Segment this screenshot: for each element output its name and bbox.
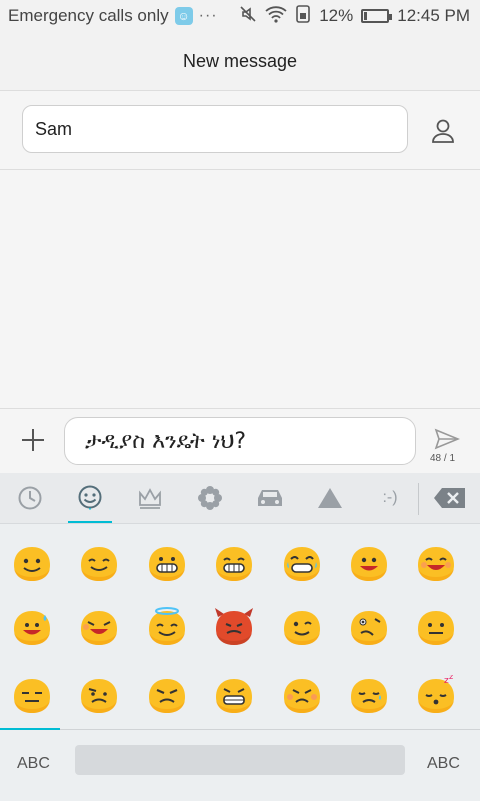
contacts-button[interactable] [428, 116, 458, 146]
plus-icon [22, 429, 44, 451]
expressionless-emoji[interactable] [10, 675, 54, 715]
send-button[interactable] [432, 427, 462, 451]
pouting-emoji[interactable] [280, 675, 324, 715]
category-emoticons[interactable]: :-) [360, 473, 420, 523]
emoticons-text: :-) [382, 489, 398, 506]
category-nature[interactable] [180, 473, 240, 523]
transport-icon [258, 490, 282, 506]
page-title: New message [182, 50, 298, 71]
objects-icon [139, 488, 161, 509]
abc-right-button[interactable]: ABC [427, 755, 460, 773]
status-bar: Emergency calls only ☺ ··· 12% 12:45 PM [0, 0, 480, 32]
space-bar[interactable] [75, 745, 405, 775]
message-list [0, 170, 480, 408]
keyboard-bottom-bar: ABC ABC [0, 728, 480, 801]
confused-emoji[interactable] [77, 675, 121, 715]
category-divider [418, 483, 419, 515]
recent-icon [18, 486, 42, 510]
send-icon [434, 428, 460, 450]
emoji-category-bar: :-) [0, 473, 480, 524]
sleepy-emoji[interactable]: zz [414, 672, 458, 715]
category-smileys[interactable] [60, 473, 120, 523]
attach-button[interactable] [16, 423, 50, 457]
app-header: New message [0, 32, 480, 91]
mute-icon [239, 5, 257, 28]
recipient-row: Sam [0, 91, 480, 170]
sweat-smile-emoji[interactable] [10, 607, 54, 647]
laughing-emoji[interactable] [414, 543, 458, 583]
smileys-icon [78, 485, 102, 510]
category-recent[interactable] [0, 473, 60, 523]
smile-open-emoji[interactable] [347, 543, 391, 583]
symbols-icon [318, 488, 342, 508]
emoji-keyboard: :-) zz ABC ABC [0, 473, 480, 801]
category-transport[interactable] [240, 473, 300, 523]
tears-of-joy-emoji[interactable] [280, 543, 324, 583]
halo-emoji[interactable] [145, 607, 189, 647]
neutral-emoji[interactable] [414, 607, 458, 647]
message-input[interactable]: ታዲያስ እንዴት ነህ? [64, 417, 416, 465]
compose-bar: ታዲያስ እንዴት ነህ? 48 / 1 [0, 408, 480, 474]
backspace-button[interactable] [420, 473, 480, 523]
rolling-laugh-emoji[interactable] [77, 607, 121, 647]
abc-left-button[interactable]: ABC [17, 755, 50, 773]
battery-icon [361, 9, 393, 23]
clock: 12:45 PM [397, 6, 470, 25]
smile-emoji[interactable] [10, 543, 54, 583]
page-indicator [0, 728, 60, 730]
nature-icon [198, 486, 222, 510]
more-notifications-icon: ··· [198, 7, 218, 24]
grin-emoji[interactable] [77, 543, 121, 583]
recipient-value: Sam [35, 118, 73, 139]
sad-emoji[interactable] [347, 675, 391, 715]
svg-text:z: z [449, 675, 453, 681]
notification-app-icon: ☺ [174, 7, 193, 25]
backspace-icon [434, 488, 465, 508]
grimace-emoji[interactable] [212, 675, 256, 715]
angry-emoji[interactable] [145, 675, 189, 715]
battery-percent: 12% [319, 6, 354, 25]
message-counter: 48 / 1 [430, 453, 456, 464]
wink-emoji[interactable] [280, 607, 324, 647]
sim-icon [295, 4, 311, 28]
person-icon [432, 119, 454, 143]
recipient-field[interactable]: Sam [22, 105, 408, 153]
message-text: ታዲያስ እንዴት ነህ? [85, 428, 247, 454]
category-objects[interactable] [120, 473, 180, 523]
wifi-icon [265, 5, 287, 28]
category-symbols[interactable] [300, 473, 360, 523]
beaming-emoji[interactable] [212, 543, 256, 583]
grinning-teeth-emoji[interactable] [145, 543, 189, 583]
devil-emoji[interactable] [212, 607, 256, 647]
carrier-text: Emergency calls only [8, 6, 169, 25]
zany-emoji[interactable] [347, 607, 391, 647]
